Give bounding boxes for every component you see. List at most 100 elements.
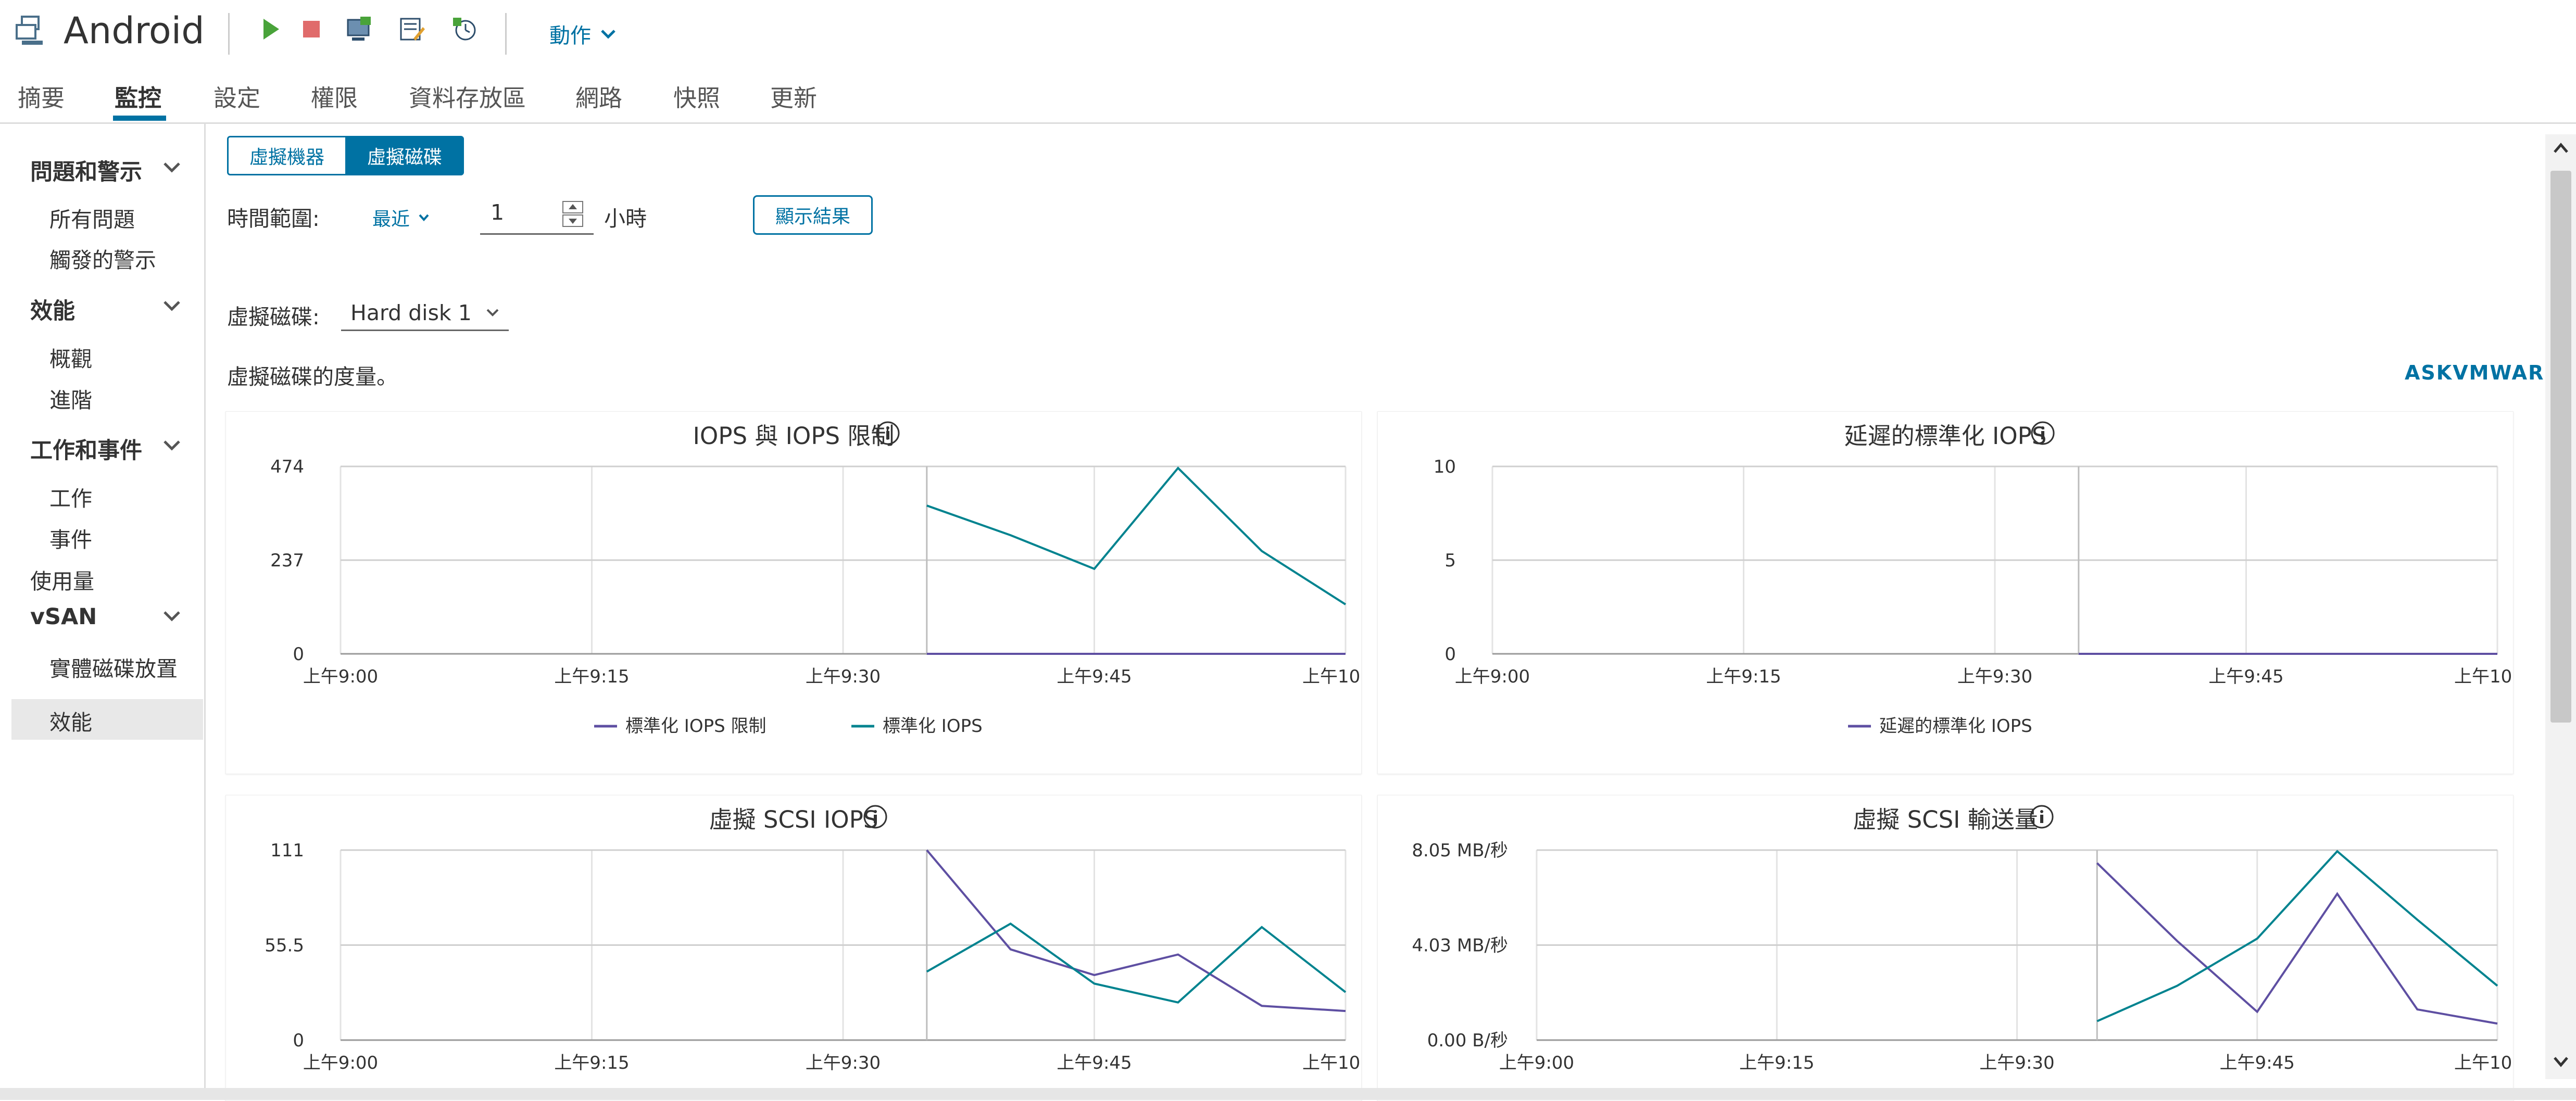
legend-label: 標準化 IOPS 限制 <box>625 716 766 737</box>
x-tick-label: 上午10:00 <box>1302 666 1361 687</box>
series-line <box>926 849 1346 1013</box>
series-line <box>2096 862 2498 1025</box>
power-off-icon[interactable] <box>297 15 326 44</box>
sidebar-item-vsan-performance[interactable] <box>11 699 203 740</box>
scroll-up-icon[interactable] <box>2553 142 2569 154</box>
chart-card-scsi-throughput: 虛擬 SCSI 輸送量 8.05 MB/秒 4.03 MB/秒 0.00 B/秒 上午… <box>1377 795 2514 1101</box>
y-tick-label: 474 <box>270 457 304 477</box>
x-tick-label: 上午9:30 <box>806 666 881 687</box>
chart-card-scsi-iops: 虛擬 SCSI IOPS 111 55.5 0 上午9:00 上午9:15 上午9:30 上… <box>225 795 1362 1101</box>
show-results-button[interactable]: 顯示結果 <box>753 195 873 235</box>
actions-label: 動作 <box>549 24 591 48</box>
x-tick-label: 上午9:00 <box>303 1053 378 1073</box>
x-tick-label: 上午9:45 <box>1057 666 1132 687</box>
x-tick-label: 上午9:15 <box>1739 1053 1814 1073</box>
scrollbar-thumb[interactable] <box>2550 171 2571 723</box>
header-divider <box>228 13 230 55</box>
tab-updates[interactable]: 更新 <box>770 79 817 113</box>
console-icon[interactable] <box>345 15 374 44</box>
power-on-icon[interactable] <box>256 15 285 44</box>
scroll-down-icon[interactable] <box>2553 1056 2569 1068</box>
sidebar-item-tasks[interactable]: 工作 <box>49 481 92 512</box>
chart-card-latency: 延遲的標準化 IOPS 10 5 0 上午9:00 上午9:15 上午9:30 上午9:45… <box>1377 411 2514 774</box>
chart-card-iops: IOPS 與 IOPS 限制 474 237 0 上午9:00 上午9:15 上午9:30… <box>225 411 1362 774</box>
vm-header: Android 動作 摘要 監控 設定 權限 資料存放區 網路 快照 更新 <box>0 0 2576 124</box>
scsi-throughput-chart: 8.05 MB/秒 4.03 MB/秒 0.00 B/秒上午9:00 上午9:15 上午… <box>1412 840 2513 1073</box>
chevron-down-icon[interactable] <box>162 610 181 623</box>
sidebar-group-issues[interactable]: 問題和警示 <box>30 154 142 186</box>
x-tick-label: 上午9:15 <box>554 666 629 687</box>
tab-summary[interactable]: 摘要 <box>18 79 65 113</box>
sidebar-item-all-issues[interactable]: 所有問題 <box>49 202 135 233</box>
series-line <box>2096 850 2498 1022</box>
sidebar-item-triggered-alarms[interactable]: 觸發的警示 <box>49 243 156 274</box>
stepper-up-icon[interactable] <box>562 201 583 213</box>
sidebar-group-performance[interactable]: 效能 <box>30 293 75 325</box>
tab-active-indicator <box>113 116 166 121</box>
x-tick-label: 上午9:30 <box>1957 666 2032 687</box>
y-tick-label: 0 <box>293 1030 304 1051</box>
time-range-mode-value: 最近 <box>372 209 410 230</box>
x-tick-label: 上午9:00 <box>303 666 378 687</box>
scsi-iops-chart: 111 55.5 0上午9:00 上午9:15 上午9:30 上午9:45 上午10:00 <box>265 840 1361 1073</box>
edit-settings-icon[interactable] <box>398 15 427 44</box>
y-tick-label: 10 <box>1434 457 1456 477</box>
chevron-down-icon[interactable] <box>162 300 181 312</box>
latency-chart: 10 5 0上午9:00 上午9:15 上午9:30 上午9:45 上午10:00 延遲的標準… <box>1434 457 2513 737</box>
legend-label: 延遲的標準化 IOPS <box>1879 716 2032 737</box>
series-line <box>926 922 1347 1004</box>
vm-icon <box>15 15 47 47</box>
x-tick-label: 上午10:00 <box>2454 666 2513 687</box>
x-tick-label: 上午9:45 <box>2220 1053 2295 1073</box>
chevron-down-icon[interactable] <box>162 439 181 452</box>
virtual-disk-select[interactable]: Hard disk 1 <box>341 296 509 331</box>
sidebar-item-utilization[interactable]: 使用量 <box>30 564 94 595</box>
sidebar-item-vsan-performance-label: 效能 <box>49 710 92 735</box>
x-tick-label: 上午9:15 <box>1706 666 1781 687</box>
series-line <box>926 466 1347 605</box>
sidebar-item-advanced[interactable]: 進階 <box>49 383 92 414</box>
actions-menu[interactable]: 動作 <box>549 19 616 49</box>
stepper-down-icon[interactable] <box>562 214 583 227</box>
monitor-sidebar: 問題和警示 所有問題 觸發的警示 效能 概觀 進階 工作和事件 工作 事件 使用… <box>0 124 206 1100</box>
askvmware-link[interactable]: ASKVMWARE <box>2405 361 2559 384</box>
sidebar-item-overview[interactable]: 概觀 <box>49 341 92 373</box>
tab-networks[interactable]: 網路 <box>575 79 622 113</box>
y-tick-label: 55.5 <box>265 935 304 956</box>
tab-datastores[interactable]: 資料存放區 <box>409 79 526 113</box>
header-divider <box>505 13 507 55</box>
x-tick-label: 上午9:45 <box>2208 666 2283 687</box>
virtual-disk-label: 虛擬磁碟: <box>227 305 320 330</box>
tab-snapshots[interactable]: 快照 <box>673 79 720 113</box>
iops-chart: 474 237 0上午9:00 上午9:15 上午9:30 上午9:45 上午10:00 標準… <box>270 457 1361 737</box>
tab-monitor[interactable]: 監控 <box>115 79 161 113</box>
chevron-down-icon <box>486 309 499 317</box>
sidebar-item-events[interactable]: 事件 <box>49 522 92 553</box>
time-range-value-input[interactable]: 1 <box>480 198 594 235</box>
y-tick-label: 5 <box>1444 550 1456 571</box>
vm-title: Android <box>64 9 205 52</box>
x-tick-label: 上午10:00 <box>1302 1053 1361 1073</box>
show-results-label: 顯示結果 <box>775 206 850 227</box>
snapshot-icon[interactable] <box>450 15 479 44</box>
time-range-label: 時間範圍: <box>227 206 320 231</box>
tab-permissions[interactable]: 權限 <box>311 79 358 113</box>
segment-virtual-machine[interactable]: 虛擬機器 <box>227 136 347 175</box>
main-scrollbar[interactable] <box>2545 134 2576 1079</box>
x-tick-label: 上午9:45 <box>1057 1053 1132 1073</box>
chevron-down-icon <box>419 214 429 222</box>
time-range-unit: 小時 <box>604 206 647 231</box>
time-range-mode-select[interactable]: 最近 <box>372 204 430 231</box>
y-tick-label: 0.00 B/秒 <box>1427 1030 1508 1051</box>
segment-label: 虛擬磁碟 <box>367 147 442 168</box>
tab-configure[interactable]: 設定 <box>213 79 260 113</box>
y-tick-label: 8.05 MB/秒 <box>1412 840 1508 861</box>
segment-virtual-disk[interactable]: 虛擬磁碟 <box>345 136 464 175</box>
virtual-disk-value: Hard disk 1 <box>350 300 472 325</box>
chevron-down-icon[interactable] <box>162 161 181 174</box>
time-range-value: 1 <box>491 200 505 225</box>
y-tick-label: 0 <box>293 644 304 665</box>
sidebar-group-tasks-events[interactable]: 工作和事件 <box>30 433 142 465</box>
sidebar-item-physical-disk-placement[interactable]: 實體磁碟放置 <box>49 651 178 682</box>
sidebar-group-vsan[interactable]: vSAN <box>30 604 97 630</box>
